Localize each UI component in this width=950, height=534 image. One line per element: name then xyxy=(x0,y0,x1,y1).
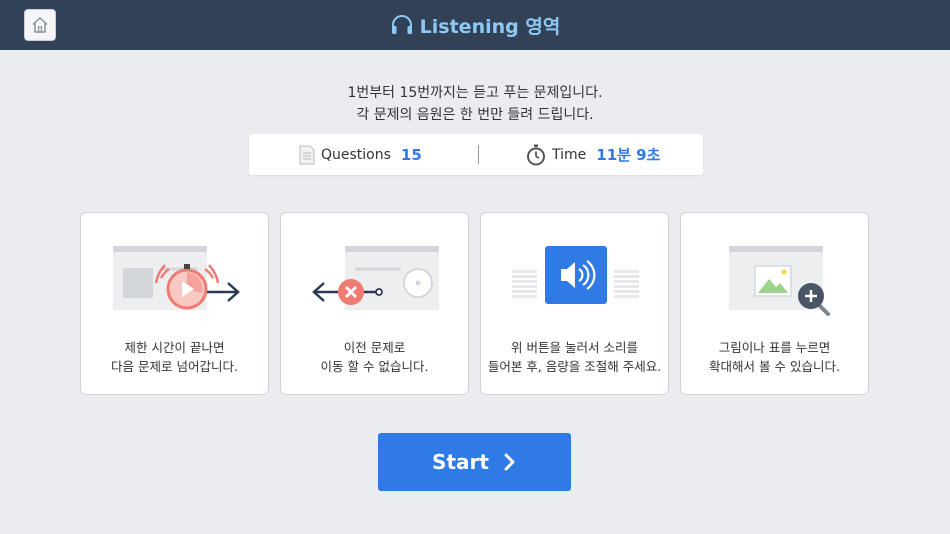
card-text-volume: 위 버튼을 눌러서 소리를 들어본 후, 음량을 조절해 주세요. xyxy=(481,338,668,376)
test-info-box: Questions 15 Time 11분 9초 xyxy=(249,134,703,175)
card-1-line-1: 제한 시간이 끝나면 xyxy=(124,340,225,355)
timer-next-icon xyxy=(113,246,240,310)
info-divider xyxy=(478,145,479,164)
card-1-line-2: 다음 문제로 넘어갑니다. xyxy=(111,359,238,374)
card-text-no-back: 이전 문제로 이동 할 수 없습니다. xyxy=(281,338,468,376)
card-3-line-2: 들어본 후, 음량을 조절해 주세요. xyxy=(487,359,662,374)
instruction-card-no-back: 이전 문제로 이동 할 수 없습니다. xyxy=(280,212,469,395)
no-back-icon xyxy=(312,246,439,310)
card-2-line-1: 이전 문제로 xyxy=(343,340,406,355)
questions-info: Questions 15 xyxy=(299,134,422,175)
card-text-time-limit: 제한 시간이 끝나면 다음 문제로 넘어갑니다. xyxy=(81,338,268,376)
time-info: Time 11분 9초 xyxy=(526,134,660,175)
time-label: Time xyxy=(552,146,587,163)
card-4-line-2: 확대해서 볼 수 있습니다. xyxy=(709,359,840,374)
start-button[interactable]: Start xyxy=(378,433,571,491)
intro-text: 1번부터 15번까지는 듣고 푸는 문제입니다. 각 문제의 음원은 한 번만 … xyxy=(0,82,950,126)
card-text-zoom: 그림이나 표를 누르면 확대해서 볼 수 있습니다. xyxy=(681,338,868,376)
stopwatch-icon xyxy=(527,144,545,165)
questions-label: Questions xyxy=(321,146,391,163)
zoom-image-icon xyxy=(729,246,830,316)
start-button-label: Start xyxy=(432,450,489,474)
intro-line-2: 각 문제의 음원은 한 번만 들려 드립니다. xyxy=(356,107,594,123)
time-value: 11분 9초 xyxy=(596,146,661,164)
instruction-card-time-limit: 제한 시간이 끝나면 다음 문제로 넘어갑니다. xyxy=(80,212,269,395)
page-title: Listening 영역 xyxy=(419,15,561,38)
card-3-line-1: 위 버튼을 눌러서 소리를 xyxy=(511,340,638,355)
speaker-icon xyxy=(512,246,639,304)
questions-count: 15 xyxy=(400,145,422,164)
card-2-line-2: 이동 할 수 없습니다. xyxy=(320,359,429,374)
document-icon xyxy=(299,145,315,164)
intro-line-1: 1번부터 15번까지는 듣고 푸는 문제입니다. xyxy=(347,85,603,101)
chevron-right-icon xyxy=(504,453,515,471)
instruction-card-volume: 위 버튼을 눌러서 소리를 들어본 후, 음량을 조절해 주세요. xyxy=(480,212,669,395)
header-title-group: Listening 영역 xyxy=(0,0,950,50)
card-4-line-1: 그림이나 표를 누르면 xyxy=(718,340,831,355)
instruction-card-zoom: 그림이나 표를 누르면 확대해서 볼 수 있습니다. xyxy=(680,212,869,395)
headphones-icon xyxy=(391,15,412,34)
